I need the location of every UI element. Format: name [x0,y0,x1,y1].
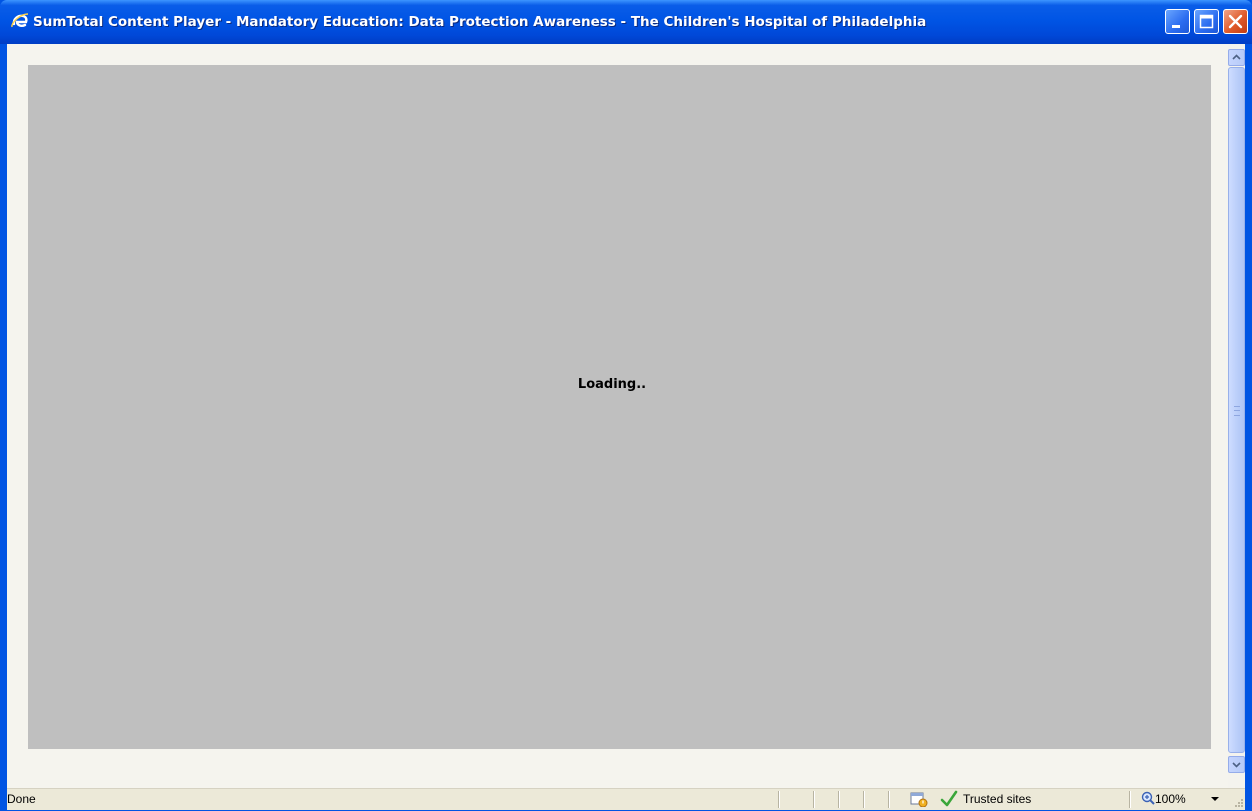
zoom-level[interactable]: 100% [1155,792,1186,806]
zoom-dropdown-icon[interactable] [1211,797,1219,802]
status-separator [778,791,780,808]
maximize-icon [1199,14,1214,29]
scroll-down-button[interactable] [1228,756,1245,773]
status-separator [888,791,890,808]
chevron-up-icon [1232,54,1241,60]
check-icon [940,790,958,807]
minimize-button[interactable] [1165,9,1190,34]
status-separator [1129,791,1131,808]
close-button[interactable] [1223,9,1248,34]
status-separator [838,791,840,808]
vertical-scrollbar[interactable] [1228,44,1245,788]
minimize-icon [1172,25,1180,28]
browser-window: SumTotal Content Player - Mandatory Educ… [0,0,1252,811]
status-separator [813,791,815,808]
chevron-down-icon [1232,762,1241,768]
resize-grip-icon[interactable] [1233,797,1244,808]
scroll-thumb[interactable] [1228,67,1245,753]
scroll-thumb-grip [1234,406,1240,416]
scroll-up-button[interactable] [1228,49,1245,66]
title-bar[interactable]: SumTotal Content Player - Mandatory Educ… [0,0,1252,44]
page-content-area: Loading.. [7,44,1245,788]
content-player-panel [28,65,1211,749]
close-icon [1228,14,1243,29]
ie-icon [11,13,29,28]
status-text: Done [7,792,36,806]
page-warning-icon[interactable] [910,791,928,807]
security-zone-label[interactable]: Trusted sites [963,792,1031,806]
maximize-button[interactable] [1194,9,1219,34]
status-bar: Done Trusted sites 100% [7,788,1245,810]
window-title: SumTotal Content Player - Mandatory Educ… [33,14,927,30]
status-separator [863,791,865,808]
zoom-icon[interactable] [1141,791,1155,805]
loading-text: Loading.. [577,377,647,392]
